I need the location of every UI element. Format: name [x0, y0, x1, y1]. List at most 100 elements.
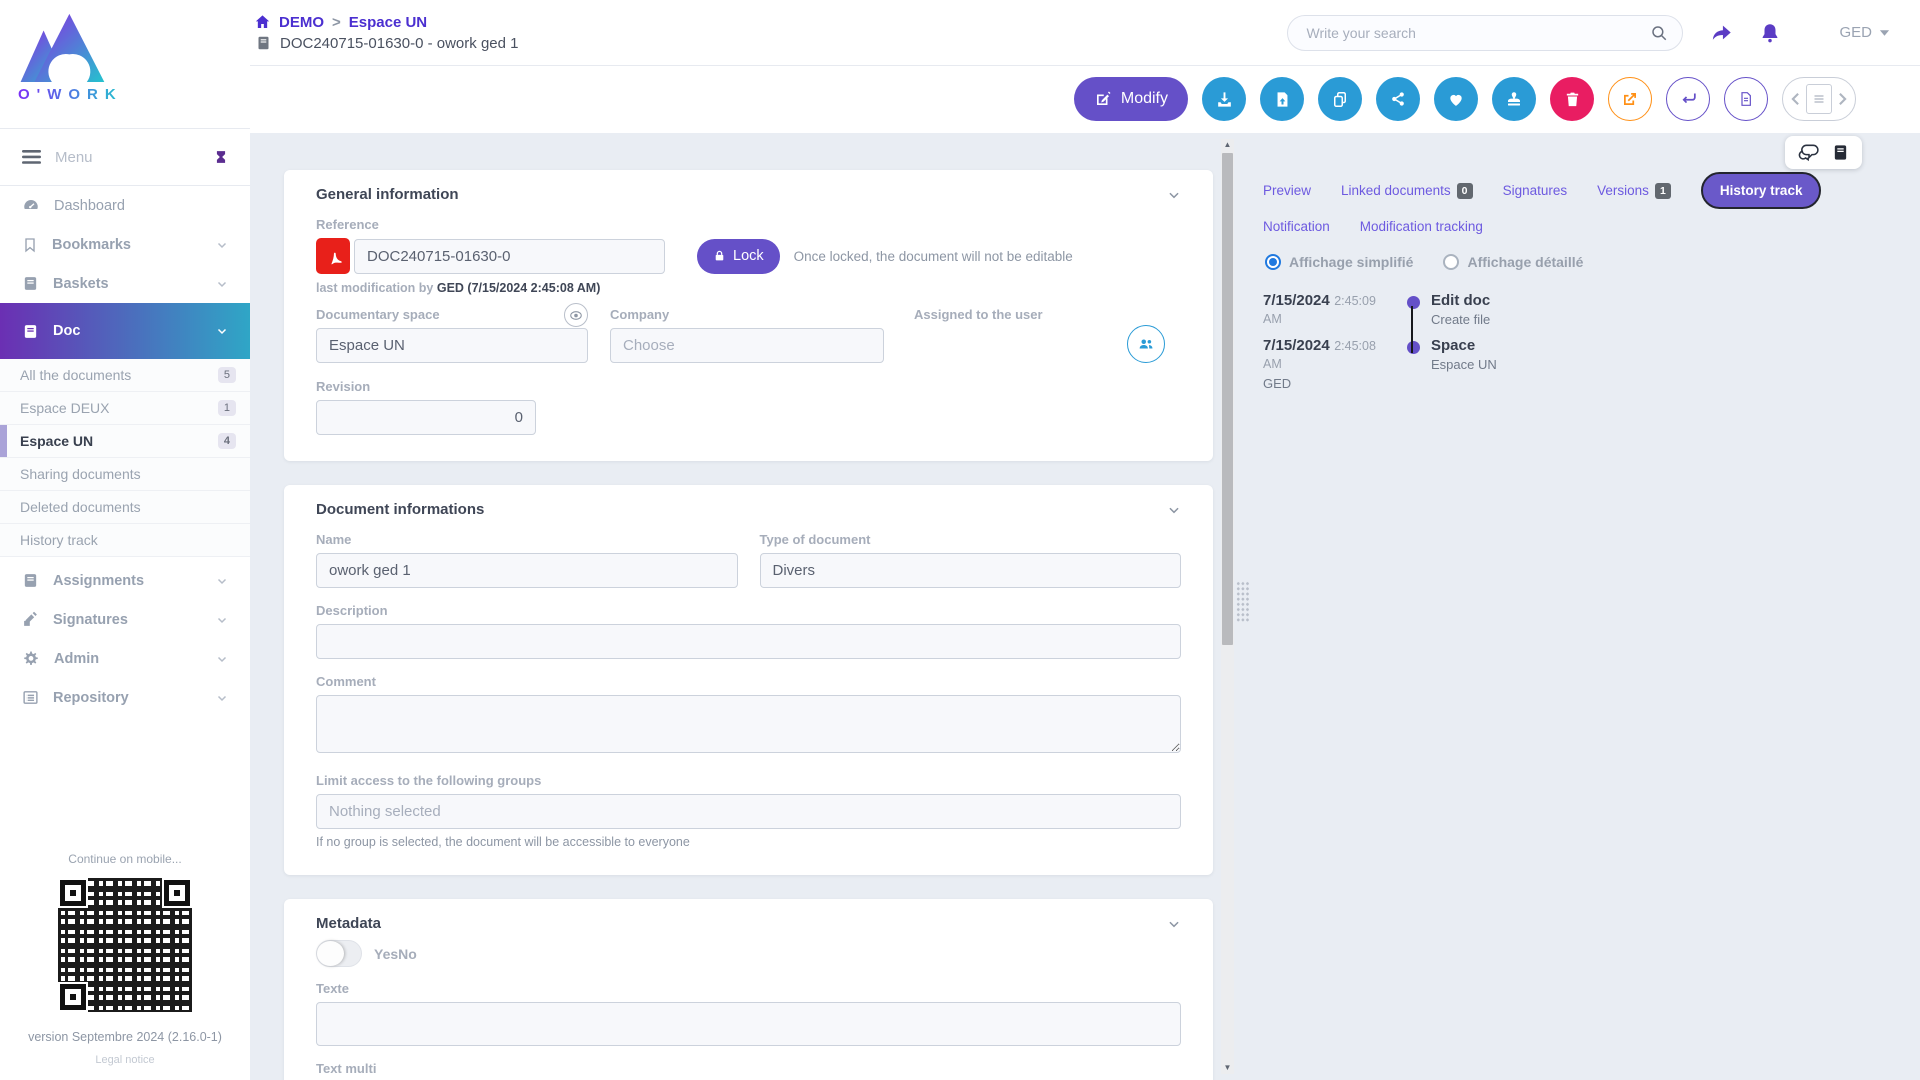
lock-button[interactable]: Lock — [697, 239, 780, 274]
scroll-up-arrow[interactable]: ▲ — [1224, 139, 1232, 151]
sidebar-item-dashboard[interactable]: Dashboard — [0, 186, 250, 225]
assignments-icon — [22, 572, 39, 589]
breadcrumb-root[interactable]: DEMO — [279, 14, 324, 31]
name-input[interactable] — [316, 553, 738, 588]
name-label: Name — [316, 532, 738, 547]
type-of-document-input[interactable] — [760, 553, 1182, 588]
gear-icon — [22, 650, 40, 668]
tab-signatures[interactable]: Signatures — [1503, 183, 1568, 198]
sidebar-item-repository[interactable]: Repository — [0, 678, 250, 717]
breadcrumb-space[interactable]: Espace UN — [349, 14, 427, 31]
sidebar-item-admin[interactable]: Admin — [0, 639, 250, 678]
search-icon[interactable] — [1650, 24, 1668, 42]
reference-input[interactable] — [354, 239, 665, 274]
sidebar-item-bookmarks[interactable]: Bookmarks — [0, 225, 250, 264]
user-label: GED — [1839, 24, 1872, 41]
menu-label: Menu — [55, 149, 93, 166]
document-icon — [256, 35, 271, 51]
download-button[interactable] — [1202, 77, 1246, 121]
sub-item-label: Deleted documents — [20, 499, 236, 515]
vertical-scrollbar[interactable]: ▲ ▼ — [1221, 139, 1234, 1074]
doc-reader-icon[interactable] — [1832, 143, 1849, 162]
panel-resize-handle[interactable] — [1236, 581, 1250, 623]
tab-notification[interactable]: Notification — [1263, 219, 1330, 234]
yesno-label: YesNo — [374, 946, 417, 962]
share-button[interactable] — [1376, 77, 1420, 121]
share-nodes-icon — [1389, 90, 1407, 108]
tab-label: Signatures — [1503, 183, 1568, 198]
chat-icon[interactable] — [1798, 143, 1820, 162]
history-date: 7/15/2024 — [1263, 337, 1330, 354]
copy-button[interactable] — [1318, 77, 1362, 121]
search-input[interactable] — [1306, 25, 1650, 41]
chevron-down-icon — [216, 239, 228, 251]
menu-toggle[interactable]: Menu — [0, 128, 250, 186]
doc-list-icon[interactable] — [1806, 84, 1832, 114]
scroll-down-arrow[interactable]: ▼ — [1224, 1062, 1232, 1074]
sub-item-label: Espace DEUX — [20, 400, 218, 416]
documentary-space-input[interactable] — [316, 328, 588, 363]
dashboard-icon — [22, 197, 40, 215]
external-link-button[interactable] — [1608, 77, 1652, 121]
stamp-button[interactable] — [1492, 77, 1536, 121]
sidebar-item-sharing-documents[interactable]: Sharing documents — [0, 458, 250, 491]
sidebar-item-label: Repository — [53, 690, 202, 706]
groups-select[interactable] — [316, 794, 1181, 829]
user-menu[interactable]: GED — [1839, 24, 1890, 41]
sub-item-label: All the documents — [20, 367, 218, 383]
tab-versions[interactable]: Versions 1 — [1597, 183, 1671, 199]
notifications-button[interactable] — [1759, 21, 1781, 45]
collapse-chevron-icon[interactable] — [1167, 503, 1181, 517]
search-bar — [1287, 15, 1683, 51]
comment-textarea[interactable] — [316, 695, 1181, 753]
yesno-toggle[interactable] — [316, 940, 362, 967]
lock-label: Lock — [733, 248, 764, 264]
sidebar-item-espace-un[interactable]: Espace UN 4 — [0, 425, 250, 458]
modify-button[interactable]: Modify — [1074, 77, 1188, 121]
forward-share-button[interactable] — [1709, 22, 1735, 44]
radio-affichage-simplifie[interactable]: Affichage simplifié — [1265, 254, 1413, 270]
hourglass-icon[interactable] — [214, 149, 228, 165]
app-window: O'WORK Menu Dashboard Bookmarks — [0, 0, 1920, 1080]
sidebar-item-all-documents[interactable]: All the documents 5 — [0, 359, 250, 392]
assign-users-button[interactable] — [1127, 325, 1165, 363]
sidebar-item-signatures[interactable]: Signatures — [0, 600, 250, 639]
signature-pen-icon — [22, 611, 39, 628]
radio-affichage-detaille[interactable]: Affichage détaillé — [1443, 254, 1583, 270]
tab-linked-documents[interactable]: Linked documents 0 — [1341, 183, 1473, 199]
return-button[interactable] — [1666, 77, 1710, 121]
home-icon[interactable] — [254, 14, 271, 30]
lastmod-prefix: last modification by — [316, 281, 433, 295]
collapse-chevron-icon[interactable] — [1167, 188, 1181, 202]
tab-modification-tracking[interactable]: Modification tracking — [1360, 219, 1483, 234]
delete-button[interactable] — [1550, 77, 1594, 121]
collapse-chevron-icon[interactable] — [1167, 917, 1181, 931]
sidebar-item-espace-deux[interactable]: Espace DEUX 1 — [0, 392, 250, 425]
document-view-button[interactable] — [1724, 77, 1768, 121]
favorite-button[interactable] — [1434, 77, 1478, 121]
timeline-dot — [1407, 341, 1420, 354]
prev-doc-icon[interactable] — [1791, 92, 1800, 106]
next-doc-icon[interactable] — [1838, 92, 1847, 106]
company-input[interactable] — [610, 328, 884, 363]
type-label: Type of document — [760, 532, 1182, 547]
tab-preview[interactable]: Preview — [1263, 183, 1311, 198]
upload-version-button[interactable] — [1260, 77, 1304, 121]
eye-preview-icon[interactable] — [564, 303, 588, 327]
revision-input[interactable] — [316, 400, 536, 435]
history-action: Space — [1431, 337, 1910, 354]
stamp-icon — [1505, 90, 1523, 108]
description-input[interactable] — [316, 624, 1181, 659]
scrollbar-thumb[interactable] — [1222, 153, 1233, 645]
legal-notice-link[interactable]: Legal notice — [95, 1054, 154, 1066]
sidebar-item-assignments[interactable]: Assignments — [0, 561, 250, 600]
tab-history-track[interactable]: History track — [1701, 172, 1822, 209]
breadcrumb-separator: > — [332, 14, 341, 31]
texte-input[interactable] — [316, 1002, 1181, 1046]
version-label: version Septembre 2024 (2.16.0-1) — [28, 1030, 222, 1044]
sidebar-item-deleted-documents[interactable]: Deleted documents — [0, 491, 250, 524]
sidebar-item-history-track[interactable]: History track — [0, 524, 250, 557]
sidebar-item-baskets[interactable]: Baskets — [0, 264, 250, 303]
sidebar-item-doc[interactable]: Doc — [0, 303, 250, 359]
sidebar-item-label: Doc — [53, 323, 202, 339]
